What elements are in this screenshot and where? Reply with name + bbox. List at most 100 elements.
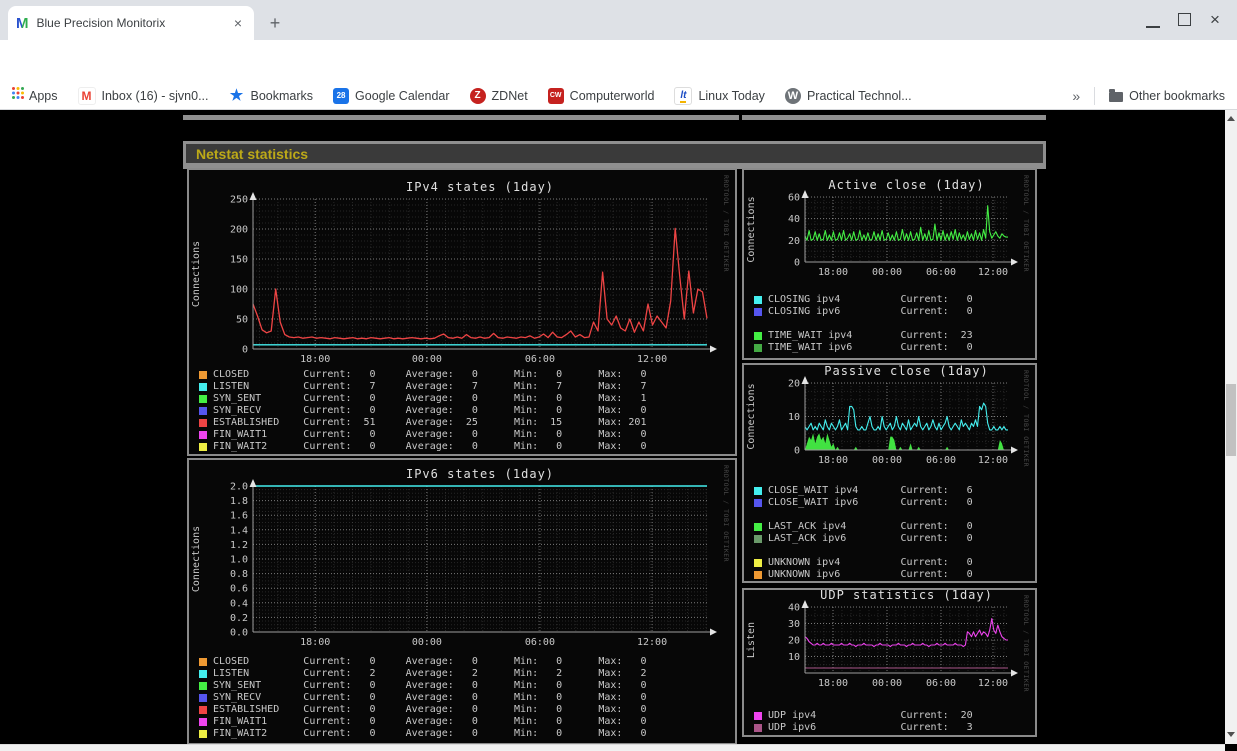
tab-close-icon[interactable]: × (230, 15, 246, 31)
bookmarks-bar: Apps M Inbox (16) - sjvn0... ★ Bookmarks 28 G… (0, 82, 1237, 110)
svg-text:00:00: 00:00 (872, 678, 902, 689)
svg-text:18:00: 18:00 (818, 267, 848, 278)
svg-text:250: 250 (230, 195, 248, 206)
legend-text: UNKNOWN ipv6 Current: 0 (768, 569, 973, 580)
graph-ylabel: Connections (746, 196, 757, 262)
legend-swatch (199, 658, 207, 666)
graph-title: IPv6 states (1day) (406, 467, 554, 481)
bookmark-item-zdnet[interactable]: Z ZDNet (469, 87, 528, 104)
apps-shortcut[interactable]: Apps (12, 87, 58, 103)
window-minimize-button[interactable] (1146, 10, 1160, 28)
rrdtool-watermark: RRDTOOL / TOBI OETIKER (722, 465, 730, 562)
legend-swatch (754, 296, 762, 304)
graph-passive-close[interactable]: 18:00 00:00 06:00 12:00 0 10 20 Passive close (… (742, 363, 1037, 583)
svg-text:12:00: 12:00 (637, 354, 667, 365)
browser-toolbar: ← → ↻ ⌂ ⓘ localhost:8080 /monitorix-cgi/… (0, 40, 1237, 117)
browser-titlebar: M Blue Precision Monitorix × + × (0, 0, 1237, 40)
legend-spacer (754, 545, 973, 557)
graph-active-close[interactable]: 18:00 00:00 06:00 12:00 0 20 40 60 Active close … (742, 168, 1037, 360)
graph-ipv6-states[interactable]: 18:00 00:00 06:00 12:00 0.0 0.2 0.4 0.6 0.8 1.0 1.… (187, 458, 737, 745)
graph-ipv4-states[interactable]: 18:00 00:00 06:00 12:00 0 50 100 150 200 250 IPv4 … (187, 168, 737, 456)
graph-udp-statistics[interactable]: 18:00 00:00 06:00 12:00 10 20 30 40 UDP statisti… (742, 588, 1037, 737)
inbox-icon: M (77, 86, 96, 105)
legend-text: ESTABLISHED Current: 0 Average: 0 Min: 0… (213, 704, 647, 715)
bookmark-item-bookmarks[interactable]: ★ Bookmarks (229, 86, 313, 104)
vertical-scrollbar[interactable] (1225, 110, 1237, 744)
bookmark-item-practical-technology[interactable]: W Practical Technol... (784, 87, 912, 104)
bookmark-item-inbox[interactable]: M Inbox (16) - sjvn0... (77, 86, 209, 105)
svg-text:0: 0 (794, 446, 800, 457)
legend-row: CLOSED Current: 0 Average: 0 Min: 0 Max:… (199, 369, 646, 381)
legend-row: UDP ipv4 Current: 20 (754, 710, 973, 722)
scroll-up-arrow[interactable] (1227, 116, 1235, 121)
scrollbar-thumb[interactable] (1226, 384, 1236, 456)
window-close-button[interactable]: × (1210, 10, 1220, 30)
svg-text:06:00: 06:00 (926, 455, 956, 466)
legend-text: LISTEN Current: 2 Average: 2 Min: 2 Max:… (213, 668, 647, 679)
bookmarks-overflow-chevron[interactable]: » (1072, 88, 1080, 104)
legend-row: FIN_WAIT1 Current: 0 Average: 0 Min: 0 M… (199, 716, 646, 728)
linux-today-icon: lt (674, 86, 693, 105)
svg-text:12:00: 12:00 (978, 678, 1008, 689)
legend-row: TIME_WAIT ipv4 Current: 23 (754, 330, 973, 342)
legend-text: FIN_WAIT1 Current: 0 Average: 0 Min: 0 M… (213, 716, 647, 727)
svg-text:0.8: 0.8 (230, 569, 248, 580)
svg-text:18:00: 18:00 (300, 637, 330, 648)
horizontal-scrollbar[interactable] (0, 744, 1225, 751)
legend-row: FIN_WAIT1 Current: 0 Average: 0 Min: 0 M… (199, 429, 646, 441)
svg-text:18:00: 18:00 (300, 354, 330, 365)
bookmarks-divider (1094, 86, 1096, 105)
svg-text:00:00: 00:00 (412, 637, 442, 648)
svg-text:10: 10 (788, 652, 800, 663)
svg-text:0: 0 (242, 345, 248, 356)
graph-title: UDP statistics (1day) (820, 590, 993, 602)
new-tab-button[interactable]: + (264, 12, 286, 34)
zdnet-icon: Z (469, 87, 486, 104)
legend-spacer (754, 318, 973, 330)
legend-swatch (199, 694, 207, 702)
window-maximize-button[interactable] (1178, 13, 1191, 26)
legend-swatch (199, 431, 207, 439)
legend-swatch (754, 487, 762, 495)
scroll-down-arrow[interactable] (1227, 732, 1235, 737)
legend-row: UNKNOWN ipv4 Current: 0 (754, 557, 973, 569)
legend-row: FIN_WAIT2 Current: 0 Average: 0 Min: 0 M… (199, 728, 646, 740)
section-header: Netstat statistics (183, 141, 1046, 169)
graph-ylabel: Connections (746, 383, 757, 449)
section-header-inner: Netstat statistics (186, 144, 1043, 163)
svg-text:100: 100 (230, 285, 248, 296)
legend-swatch (199, 407, 207, 415)
svg-text:1.4: 1.4 (230, 525, 248, 536)
bookmark-label: Practical Technol... (806, 88, 912, 103)
legend-row: LISTEN Current: 7 Average: 7 Min: 7 Max:… (199, 381, 646, 393)
svg-text:200: 200 (230, 225, 248, 236)
legend-text: CLOSING ipv6 Current: 0 (768, 306, 973, 317)
browser-tab[interactable]: M Blue Precision Monitorix × (8, 6, 254, 40)
legend-row: ESTABLISHED Current: 51 Average: 25 Min:… (199, 417, 646, 429)
svg-text:06:00: 06:00 (926, 678, 956, 689)
legend-swatch (199, 419, 207, 427)
bookmark-item-linux-today[interactable]: lt Linux Today (674, 86, 765, 105)
bookmark-item-computerworld[interactable]: CW Computerworld (547, 87, 654, 104)
svg-text:12:00: 12:00 (978, 267, 1008, 278)
legend-swatch (199, 371, 207, 379)
svg-text:50: 50 (236, 315, 248, 326)
rrdtool-watermark: RRDTOOL / TOBI OETIKER (1022, 595, 1030, 692)
graph-legend: CLOSING ipv4 Current: 0 CLOSING ipv6 Curr… (754, 294, 973, 354)
legend-swatch (754, 571, 762, 579)
legend-swatch (754, 724, 762, 732)
svg-text:1.0: 1.0 (230, 555, 248, 566)
svg-text:60: 60 (788, 193, 800, 204)
legend-row: SYN_SENT Current: 0 Average: 0 Min: 0 Ma… (199, 680, 646, 692)
legend-swatch (754, 308, 762, 316)
svg-text:40: 40 (788, 603, 800, 614)
legend-text: CLOSING ipv4 Current: 0 (768, 294, 973, 305)
bookmarks-icon: ★ (229, 86, 244, 104)
legend-row: CLOSED Current: 0 Average: 0 Min: 0 Max:… (199, 656, 646, 668)
graph-legend: CLOSE_WAIT ipv4 Current: 6 CLOSE_WAIT ipv… (754, 485, 973, 581)
other-bookmarks[interactable]: Other bookmarks (1109, 89, 1225, 103)
rrdtool-watermark: RRDTOOL / TOBI OETIKER (1022, 175, 1030, 272)
section-title: Netstat statistics (196, 145, 309, 162)
bookmark-item-google-calendar[interactable]: 28 Google Calendar (333, 87, 450, 104)
legend-text: TIME_WAIT ipv6 Current: 0 (768, 342, 973, 353)
